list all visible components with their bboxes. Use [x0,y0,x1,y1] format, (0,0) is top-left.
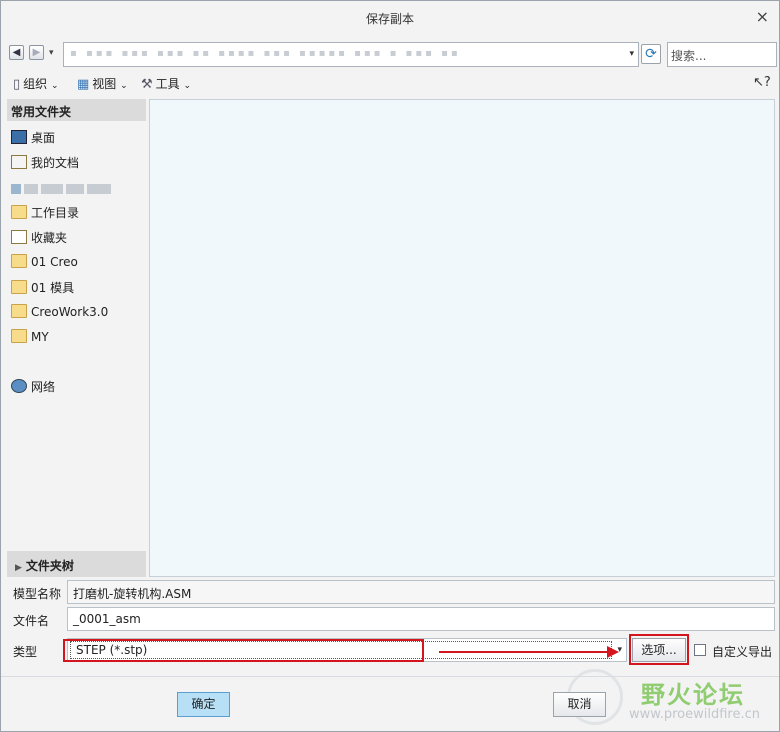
triangle-right-icon: ▶ [15,563,22,573]
sidebar-item-label: 工作目录 [31,206,80,220]
sidebar-item-creowork[interactable]: CreoWork3.0 [11,304,145,324]
sidebar-item-01-mold[interactable]: 01 模具 [11,279,145,299]
tools-menu[interactable]: ⚒ 工具 ⌄ [141,75,191,92]
folder-icon [11,280,27,294]
file-name-label: 文件名 [13,614,50,628]
forward-icon[interactable]: ▶ [29,45,44,60]
refresh-icon[interactable]: ⟳ [641,44,661,64]
annotation-arrow-line [439,651,611,653]
sidebar-header: 常用文件夹 [7,99,146,121]
sidebar: 常用文件夹 桌面 我的文档 工作目录 收藏夹 01 Creo 01 模具 Cre… [7,99,146,577]
file-list-pane[interactable] [149,99,775,577]
sidebar-item-label: CreoWork3.0 [31,305,109,319]
sidebar-item-label: 01 模具 [31,281,75,295]
annotation-highlight-options [629,634,689,665]
watermark-url: www.proewildfire.cn [629,707,760,722]
save-copy-dialog: 保存副本 × ◀ ▶ ▾ ▪ ▪▪▪ ▪▪▪ ▪▪▪ ▪▪ ▪▪▪▪ ▪▪▪ ▪… [0,0,780,732]
redacted-item [11,181,121,195]
sidebar-item-documents[interactable]: 我的文档 [11,154,145,174]
cancel-button[interactable]: 取消 [553,692,606,717]
model-name-field: 打磨机-旋转机构.ASM [67,580,775,604]
navigation-row: ◀ ▶ ▾ ▪ ▪▪▪ ▪▪▪ ▪▪▪ ▪▪ ▪▪▪▪ ▪▪▪ ▪▪▪▪▪ ▪▪… [1,42,779,68]
search-input[interactable]: 搜索... [667,42,777,67]
annotation-arrow-head [607,646,619,658]
dialog-title: 保存副本 [365,12,414,26]
organize-menu[interactable]: ▯ 组织 ⌄ [13,75,59,92]
chevron-down-icon: ⌄ [183,81,192,91]
desktop-icon [11,130,27,144]
folder-tree-toggle[interactable]: ▶ 文件夹树 [7,551,146,577]
address-dropdown-icon[interactable]: ▾ [629,49,634,59]
chevron-down-icon: ⌄ [120,81,128,91]
organize-icon: ▯ [13,77,21,92]
folder-icon [11,304,27,318]
sidebar-item-my[interactable]: MY [11,329,145,349]
sidebar-item-desktop[interactable]: 桌面 [11,129,145,149]
file-name-row: 文件名 _0001_asm [1,607,779,633]
help-icon[interactable]: ↖? [753,75,771,90]
toolbar: ▯ 组织 ⌄ ▦ 视图 ⌄ ⚒ 工具 ⌄ ↖? [1,73,779,95]
tools-icon: ⚒ [141,77,153,92]
model-name-label: 模型名称 [13,587,62,601]
sidebar-item-label: 我的文档 [31,156,80,170]
sidebar-item-label: 01 Creo [31,255,78,269]
history-dropdown-icon[interactable]: ▾ [49,48,54,58]
address-bar[interactable]: ▪ ▪▪▪ ▪▪▪ ▪▪▪ ▪▪ ▪▪▪▪ ▪▪▪ ▪▪▪▪▪ ▪▪▪ ▪ ▪▪… [63,42,639,67]
view-label: 视图 [92,77,117,91]
favorites-icon [11,230,27,244]
custom-export-label[interactable]: 自定义导出 [712,643,772,660]
sidebar-item-label: 桌面 [31,131,56,145]
sidebar-item-label: 网络 [31,380,56,394]
chevron-down-icon: ⌄ [51,81,59,91]
sidebar-item-network[interactable]: 网络 [11,378,145,398]
watermark-text: 野火论坛 [641,681,745,709]
folder-tree-label: 文件夹树 [25,559,74,573]
close-icon[interactable]: × [756,7,769,26]
address-path: ▪ ▪▪▪ ▪▪▪ ▪▪▪ ▪▪ ▪▪▪▪ ▪▪▪ ▪▪▪▪▪ ▪▪▪ ▪ ▪▪… [70,48,461,59]
title-bar: 保存副本 × [1,1,779,35]
sidebar-item-favorites[interactable]: 收藏夹 [11,229,145,249]
tools-label: 工具 [155,77,180,91]
sidebar-item-label: MY [31,330,49,344]
work-folder-icon [11,205,27,219]
organize-label: 组织 [23,77,48,91]
annotation-highlight-type [63,639,424,662]
file-name-input[interactable]: _0001_asm [67,607,775,631]
documents-icon [11,155,27,169]
type-label: 类型 [13,645,38,659]
custom-export-checkbox[interactable] [694,644,706,656]
model-name-row: 模型名称 打磨机-旋转机构.ASM [1,580,779,606]
folder-icon [11,254,27,268]
view-icon: ▦ [77,77,90,92]
back-icon[interactable]: ◀ [9,45,24,60]
network-icon [11,379,27,393]
sidebar-item-label: 收藏夹 [31,231,68,245]
ok-button[interactable]: 确定 [177,692,230,717]
view-menu[interactable]: ▦ 视图 ⌄ [77,75,128,92]
sidebar-item-01-creo[interactable]: 01 Creo [11,254,145,274]
sidebar-item-work-directory[interactable]: 工作目录 [11,204,145,224]
folder-icon [11,329,27,343]
